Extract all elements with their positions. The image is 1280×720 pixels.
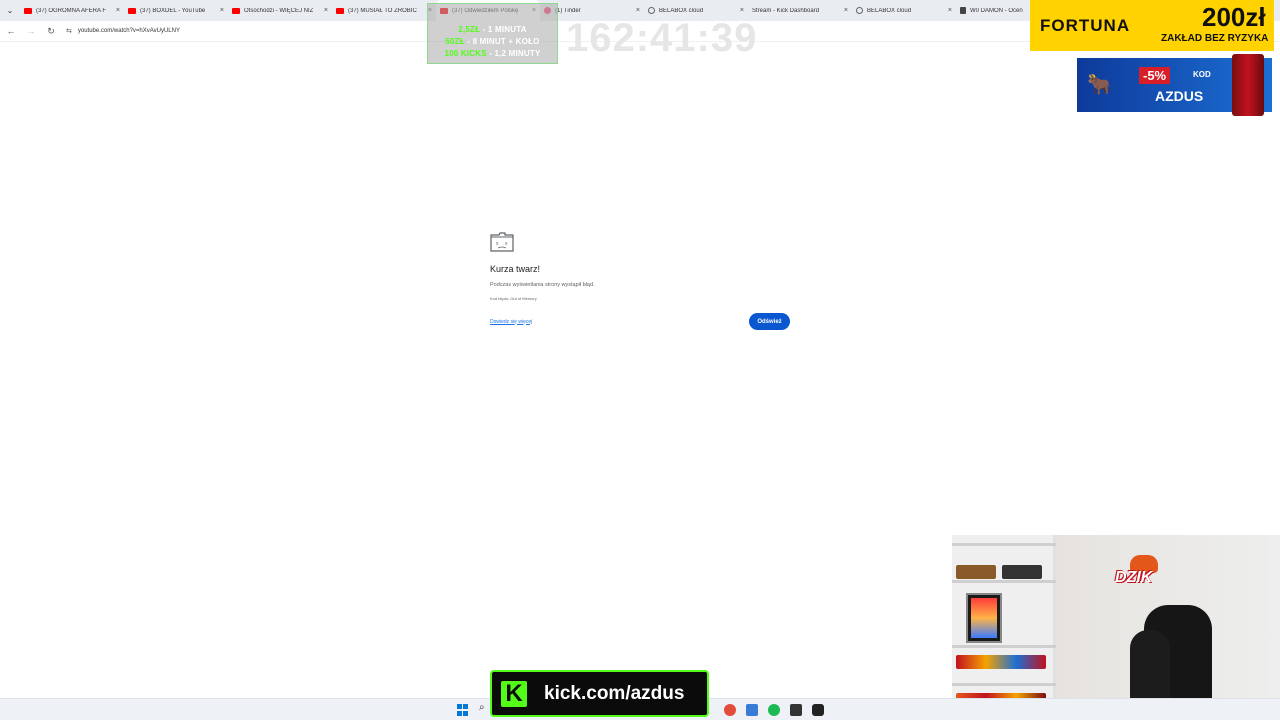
terminal-icon[interactable] (790, 704, 802, 716)
tab-close-icon[interactable]: × (324, 7, 328, 14)
tab-title: BELABOX cloud (867, 7, 912, 14)
tab-title: (37) MUSIAŁ TO ZROBIĆ (348, 7, 417, 14)
stream-timer: 162:41:39 (566, 16, 758, 60)
tab-close-icon[interactable]: × (636, 7, 640, 14)
energy-drink-can-image (1232, 54, 1264, 116)
promo-code: AZDUS (1155, 88, 1204, 104)
bull-icon: 🐂 (1087, 74, 1112, 96)
tab-close-icon[interactable]: × (948, 7, 952, 14)
youtube-icon (232, 7, 240, 14)
app-icon[interactable] (746, 704, 758, 716)
fortuna-sponsor-banner: FORTUNA 200zł ZAKŁAD BEZ RYZYKA (1030, 0, 1274, 51)
reload-icon[interactable]: ↻ (42, 22, 60, 40)
kick-channel-banner: K kick.com/azdus (490, 670, 709, 717)
reload-button[interactable]: Odśwież (749, 313, 790, 330)
back-arrow-icon[interactable]: ← (2, 22, 20, 40)
tab-search-chevron-icon[interactable]: ⌄ (0, 0, 20, 21)
windows-start-icon[interactable] (457, 704, 469, 716)
kick-logo-icon: K (501, 680, 527, 707)
dzik-wall-logo: DZIK (1115, 569, 1153, 586)
tab-close-icon[interactable]: × (220, 7, 224, 14)
globe-icon (856, 7, 863, 14)
youtube-icon (128, 7, 136, 14)
webcam-feed: DZIK (952, 535, 1280, 720)
tab-3[interactable]: (37) MUSIAŁ TO ZROBIĆ× (332, 0, 436, 21)
promo-line-1: 2,5ZŁ - 1 MINUTA (458, 25, 527, 34)
tab-title: (1) Tinder (555, 7, 581, 14)
tab-title: Otsochodzi - WIĘCEJ NIŻ (244, 7, 314, 14)
crash-page: x x Kurza twarz! Podczas wyświetlania st… (490, 232, 790, 330)
mini-fridge (966, 593, 1002, 643)
tab-7[interactable]: Stream - Kick Dashboard × (748, 0, 852, 21)
forward-arrow-icon[interactable]: → (22, 22, 40, 40)
tab-title: (37) OGROMNA AFERA F (36, 7, 107, 14)
kod-label: KOD (1193, 70, 1211, 79)
kick-url: kick.com/azdus (544, 683, 685, 704)
promo-line-3: 100 KICKS - 1,2 MINUTY (444, 49, 541, 58)
url-text: youtube.com/watch?v=hXvAvUyULNY (77, 28, 180, 34)
tab-title: (37) BOXDEL - YouTube (140, 7, 206, 14)
tab-title: Stream - Kick Dashboard (752, 7, 820, 14)
shelf-unit (952, 535, 1056, 720)
crash-title: Kurza twarz! (490, 264, 541, 274)
tab-0[interactable]: (37) OGROMNA AFERA F × (20, 0, 124, 21)
globe-icon (648, 7, 655, 14)
obs-icon[interactable] (812, 704, 824, 716)
youtube-icon (24, 7, 32, 14)
spotify-icon[interactable] (768, 704, 780, 716)
tab-close-icon[interactable]: × (116, 7, 120, 14)
sad-folder-icon: x x (490, 232, 514, 252)
svg-text:x: x (505, 241, 508, 247)
learn-more-link[interactable]: Dowiedz się więcej (490, 319, 532, 325)
fortuna-logo: FORTUNA (1040, 16, 1131, 35)
tab-1[interactable]: (37) BOXDEL - YouTube × (124, 0, 228, 21)
donation-promo-box: 2,5ZŁ - 1 MINUTA 50ZŁ - 8 MINUT + KOŁO 1… (427, 3, 558, 64)
svg-text:x: x (496, 241, 499, 247)
app-icon[interactable] (724, 704, 736, 716)
crash-description: Podczas wyświetlania strony wystąpił błą… (490, 282, 595, 288)
tab-8[interactable]: BELABOX cloud × (852, 0, 956, 21)
fortuna-subtitle: ZAKŁAD BEZ RYZYKA (1161, 33, 1269, 44)
fortuna-amount: 200zł (1202, 2, 1266, 32)
dzik-sponsor-banner: 🐂 -5% KOD AZDUS (1077, 54, 1272, 116)
tab-2[interactable]: Otsochodzi - WIĘCEJ NIŻ × (228, 0, 332, 21)
tab-close-icon[interactable]: × (844, 7, 848, 14)
crash-actions: Dowiedz się więcej Odśwież (490, 313, 790, 330)
site-info-icon[interactable]: ⇆ (66, 27, 72, 35)
error-code: Kod błędu: Out of Memory (490, 296, 537, 301)
tab-close-icon[interactable]: × (740, 7, 744, 14)
doc-icon (960, 7, 966, 14)
discount-badge: -5% (1139, 67, 1171, 84)
youtube-icon (336, 7, 344, 14)
tab-title: BELABOX cloud (659, 7, 704, 14)
promo-line-2: 50ZŁ - 8 MINUT + KOŁO (445, 37, 540, 46)
